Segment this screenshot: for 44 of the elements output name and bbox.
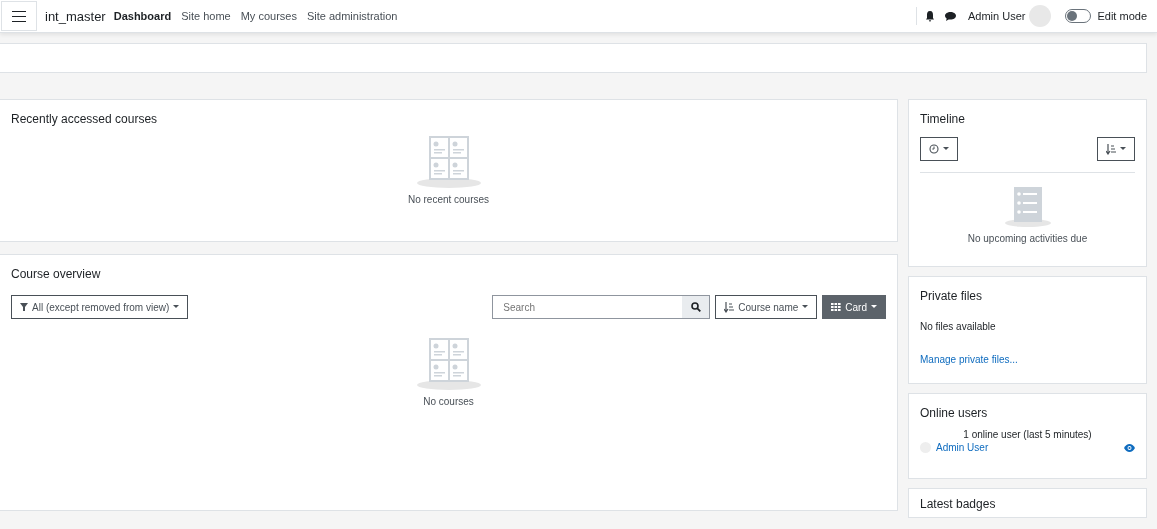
edit-mode-switch[interactable] bbox=[1065, 9, 1092, 23]
edit-mode-label: Edit mode bbox=[1097, 10, 1147, 22]
empty-message: No recent courses bbox=[407, 194, 490, 205]
site-name[interactable]: int_master bbox=[45, 8, 106, 24]
caret-icon bbox=[1120, 147, 1126, 151]
grid-icon bbox=[831, 303, 842, 311]
caret-icon bbox=[173, 305, 180, 309]
sort-dropdown[interactable]: Course name bbox=[715, 295, 818, 319]
card-title: Online users bbox=[920, 406, 989, 420]
manage-files-link[interactable]: Manage private files... bbox=[920, 354, 1135, 365]
course-cards-illustration bbox=[416, 336, 481, 390]
card-title: Private files bbox=[920, 289, 984, 303]
filter-icon bbox=[20, 303, 28, 311]
chat-icon[interactable] bbox=[945, 11, 956, 21]
sort-dropdown[interactable] bbox=[1097, 137, 1135, 161]
empty-message: No courses bbox=[423, 396, 474, 407]
caret-icon bbox=[802, 305, 809, 309]
card-title: Latest badges bbox=[920, 497, 997, 511]
menu-icon bbox=[12, 10, 26, 22]
caret-icon bbox=[943, 147, 949, 151]
bell-icon[interactable] bbox=[925, 10, 935, 22]
menu-button[interactable] bbox=[1, 1, 37, 31]
card-title: Timeline bbox=[920, 112, 966, 126]
eye-icon[interactable] bbox=[1124, 443, 1135, 452]
user-name[interactable]: Admin User bbox=[968, 10, 1026, 22]
caret-icon bbox=[871, 305, 877, 309]
date-filter-dropdown[interactable] bbox=[920, 137, 958, 161]
online-summary: 1 online user (last 5 minutes) bbox=[963, 429, 1092, 440]
sort-icon bbox=[724, 301, 735, 313]
nav-link[interactable]: Site administration bbox=[306, 10, 398, 22]
clock-icon bbox=[929, 144, 939, 154]
card-title: Course overview bbox=[11, 267, 102, 281]
empty-message: No files available bbox=[920, 321, 997, 332]
view-dropdown[interactable]: Card bbox=[822, 295, 886, 319]
empty-message: No upcoming activities due bbox=[967, 233, 1088, 244]
card-title: Recently accessed courses bbox=[11, 112, 159, 126]
course-cards-illustration bbox=[416, 134, 481, 188]
nav-link[interactable]: Dashboard bbox=[113, 10, 172, 22]
nav-link[interactable]: Site home bbox=[181, 10, 231, 22]
filter-dropdown[interactable]: All (except removed from view) bbox=[11, 295, 189, 319]
sort-icon bbox=[1106, 143, 1116, 155]
nav-link[interactable]: My courses bbox=[240, 10, 297, 22]
activity-list-illustration bbox=[1003, 187, 1052, 227]
user-link[interactable]: Admin User bbox=[936, 442, 989, 453]
